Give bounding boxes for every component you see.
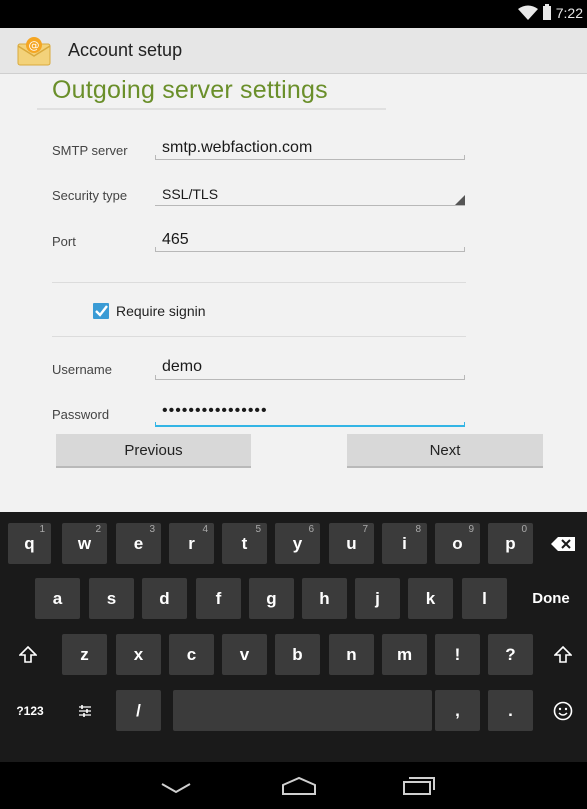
security-type-spinner[interactable]: SSL/TLS bbox=[162, 186, 218, 202]
key-a[interactable]: a bbox=[35, 578, 80, 619]
setup-form: Outgoing server settings SMTP server smt… bbox=[0, 74, 587, 512]
security-type-underline bbox=[155, 205, 465, 206]
key-w[interactable]: w2 bbox=[62, 523, 107, 564]
status-bar: 7:22 bbox=[0, 0, 587, 28]
key-i[interactable]: i8 bbox=[382, 523, 427, 564]
action-bar: @ Account setup bbox=[0, 28, 587, 74]
key-c[interactable]: c bbox=[169, 634, 214, 675]
key-k[interactable]: k bbox=[408, 578, 453, 619]
backspace-icon bbox=[551, 536, 575, 551]
status-icons: 7:22 bbox=[517, 4, 583, 21]
space-bar[interactable] bbox=[173, 690, 432, 731]
shift-key-right[interactable] bbox=[541, 634, 585, 675]
status-time: 7:22 bbox=[555, 5, 583, 21]
username-label: Username bbox=[52, 362, 112, 377]
port-underline bbox=[155, 247, 465, 252]
settings-key[interactable] bbox=[62, 690, 107, 731]
home-icon[interactable] bbox=[281, 776, 317, 796]
key-e[interactable]: e3 bbox=[116, 523, 161, 564]
navigation-bar bbox=[0, 762, 587, 809]
port-input[interactable]: 465 bbox=[162, 231, 189, 249]
emoji-key[interactable] bbox=[541, 690, 585, 731]
key-z[interactable]: z bbox=[62, 634, 107, 675]
key-p[interactable]: p0 bbox=[488, 523, 533, 564]
security-type-label: Security type bbox=[52, 188, 128, 203]
key-l[interactable]: l bbox=[462, 578, 507, 619]
key-j[interactable]: j bbox=[355, 578, 400, 619]
key-v[interactable]: v bbox=[222, 634, 267, 675]
key-g[interactable]: g bbox=[249, 578, 294, 619]
password-underline bbox=[155, 422, 465, 427]
action-bar-title: Account setup bbox=[68, 40, 183, 60]
key-h[interactable]: h bbox=[302, 578, 347, 619]
key-m[interactable]: m bbox=[382, 634, 427, 675]
back-chevron-icon[interactable] bbox=[160, 782, 192, 794]
key-question[interactable]: ? bbox=[488, 634, 533, 675]
key-exclamation[interactable]: ! bbox=[435, 634, 480, 675]
section-divider bbox=[52, 282, 466, 283]
key-comma[interactable]: , bbox=[435, 690, 480, 731]
svg-text:@: @ bbox=[29, 39, 40, 52]
settings-sliders-icon bbox=[78, 704, 91, 717]
port-label: Port bbox=[52, 234, 76, 249]
battery-icon bbox=[542, 4, 551, 20]
require-signin-checkbox[interactable] bbox=[93, 303, 109, 319]
soft-keyboard: q1 w2 e3 r4 t5 y6 u7 i8 o9 p0 a s d f g … bbox=[0, 512, 587, 762]
email-app-icon[interactable]: @ bbox=[17, 36, 51, 66]
key-y[interactable]: y6 bbox=[275, 523, 320, 564]
require-signin-label[interactable]: Require signin bbox=[116, 303, 206, 319]
key-x[interactable]: x bbox=[116, 634, 161, 675]
previous-button[interactable]: Previous bbox=[56, 434, 251, 468]
shift-icon bbox=[19, 645, 37, 663]
recent-apps-icon[interactable] bbox=[402, 776, 436, 796]
section-divider bbox=[52, 336, 466, 337]
key-slash[interactable]: / bbox=[116, 690, 161, 731]
key-s[interactable]: s bbox=[89, 578, 134, 619]
password-input[interactable]: •••••••••••••••• bbox=[162, 402, 268, 420]
key-d[interactable]: d bbox=[142, 578, 187, 619]
checkmark-icon bbox=[95, 305, 108, 317]
key-b[interactable]: b bbox=[275, 634, 320, 675]
next-button[interactable]: Next bbox=[347, 434, 543, 468]
password-label: Password bbox=[52, 407, 110, 422]
key-q[interactable]: q1 bbox=[8, 523, 51, 564]
key-n[interactable]: n bbox=[329, 634, 374, 675]
wifi-icon bbox=[517, 5, 538, 20]
smtp-server-underline bbox=[155, 155, 465, 160]
key-f[interactable]: f bbox=[196, 578, 241, 619]
username-underline bbox=[155, 375, 465, 380]
key-o[interactable]: o9 bbox=[435, 523, 480, 564]
shift-key-left[interactable] bbox=[8, 634, 48, 675]
smiley-icon bbox=[553, 701, 573, 720]
backspace-key[interactable] bbox=[541, 523, 585, 564]
smtp-server-label: SMTP server bbox=[52, 143, 128, 158]
shift-icon bbox=[554, 645, 572, 663]
key-u[interactable]: u7 bbox=[329, 523, 374, 564]
title-divider bbox=[37, 108, 386, 110]
key-period[interactable]: . bbox=[488, 690, 533, 731]
username-input[interactable]: demo bbox=[162, 358, 202, 376]
done-key[interactable]: Done bbox=[516, 578, 586, 619]
key-t[interactable]: t5 bbox=[222, 523, 267, 564]
key-r[interactable]: r4 bbox=[169, 523, 214, 564]
symbols-key[interactable]: ?123 bbox=[6, 690, 54, 731]
page-title: Outgoing server settings bbox=[52, 76, 328, 104]
smtp-server-input[interactable]: smtp.webfaction.com bbox=[162, 139, 312, 157]
